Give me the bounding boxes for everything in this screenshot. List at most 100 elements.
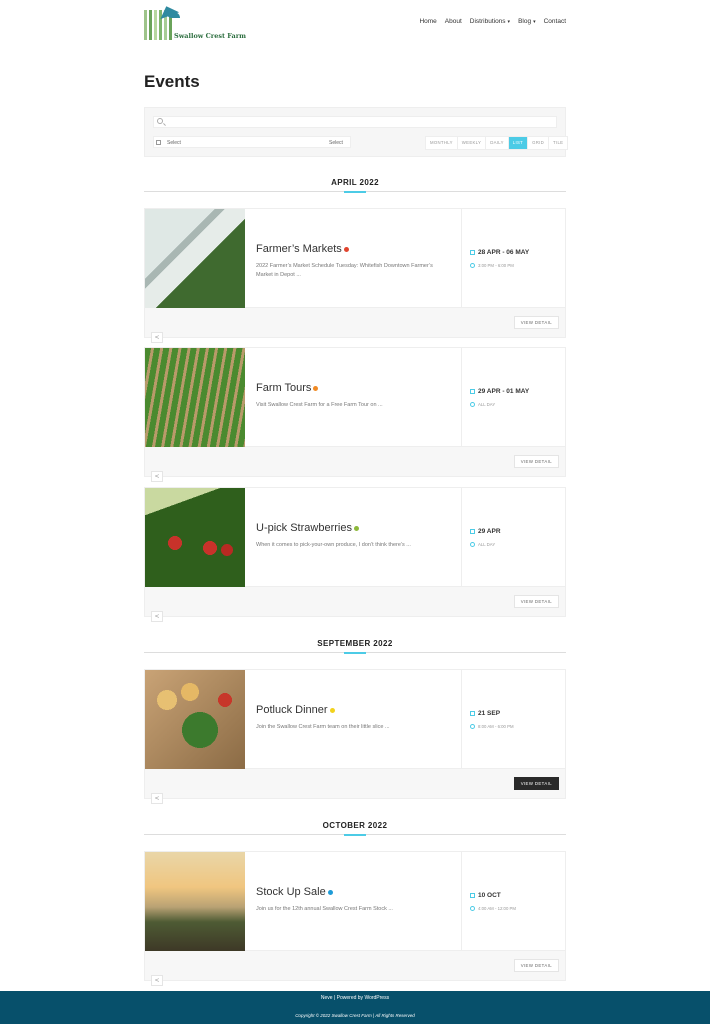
event-time: 8:00 AM - 6:00 PM [470,724,514,730]
page-title: Events [144,72,200,91]
share-icon[interactable]: < [151,611,163,622]
calendar-icon [470,249,475,255]
event-date-text: 29 APR [478,528,501,535]
select-value: Select [329,140,343,146]
event-date-text: 21 SEP [478,710,501,717]
event-title-text: Stock Up Sale [256,886,326,898]
nav-contact[interactable]: Contact [544,18,566,25]
event-title[interactable]: U-pick Strawberries [256,522,359,534]
clock-icon [470,263,475,269]
event-title[interactable]: Farmer’s Markets [256,243,349,255]
event-card-footer: VIEW DETAIL < [144,447,566,482]
event-description: When it comes to pick-your-own produce, … [256,542,411,548]
chevron-down-icon: ▾ [533,19,536,25]
event-card-body: Farmer’s Markets 2022 Farmer’s Market Sc… [144,208,567,309]
event-date: 28 APR - 06 MAY [470,249,529,256]
event-image[interactable] [145,209,245,309]
view-detail-button[interactable]: VIEW DETAIL [513,777,559,790]
event-card-footer: VIEW DETAIL < [144,769,566,804]
event-time-text: 3:00 PM - 6:00 PM [478,263,514,268]
nav-home[interactable]: Home [419,18,436,25]
view-detail-button[interactable]: VIEW DETAIL [513,959,559,972]
event-card: Farmer’s Markets 2022 Farmer’s Market Sc… [144,208,567,343]
event-date: 29 APR - 01 MAY [470,388,529,395]
nav-about[interactable]: About [445,18,462,25]
nav-blog-label: Blog [518,18,532,25]
calendar-icon [470,528,475,534]
event-card-footer: VIEW DETAIL < [144,951,566,986]
share-icon[interactable]: < [151,332,163,343]
site-header: Swallow Crest Farm Home About Distributi… [0,0,710,48]
swallow-wing-icon [166,12,180,18]
view-daily[interactable]: DAILY [486,137,509,149]
month-label: APRIL 2022 [331,178,379,187]
view-tile[interactable]: TILE [549,137,567,149]
calendar-icon [470,388,475,394]
event-title-text: Potluck Dinner [256,704,328,716]
event-date: 29 APR [470,528,501,535]
site-logo[interactable]: Swallow Crest Farm [144,2,246,42]
share-icon[interactable]: < [151,975,163,986]
event-meta: 29 APR ALL DAY [461,488,567,588]
event-image[interactable] [145,852,245,952]
main-nav: Home About Distributions ▾ Blog ▾ Contact [419,18,566,25]
event-card: Farm Tours Visit Swallow Crest Farm for … [144,347,566,482]
footer-credits[interactable]: Neve | Powered by WordPress [0,995,710,1001]
share-icon[interactable]: < [151,793,163,804]
event-date: 21 SEP [470,710,500,717]
chevron-down-icon: ▾ [507,19,511,25]
event-date-text: 10 OCT [478,892,501,899]
event-meta: 21 SEP 8:00 AM - 6:00 PM [461,670,567,770]
view-grid[interactable]: GRID [528,137,550,149]
event-color-dot [327,889,333,895]
event-card-footer: VIEW DETAIL < [144,587,566,622]
event-color-dot [313,385,319,391]
event-title-text: Farmer’s Markets [256,243,342,255]
month-accent-bar [344,652,366,654]
select-label: Select [167,140,181,146]
clock-icon [470,542,475,548]
month-heading: SEPTEMBER 2022 [144,639,566,654]
event-time-text: ALL DAY [478,402,496,407]
clock-icon [470,402,475,408]
logo-text: Swallow Crest Farm [174,32,247,40]
event-title-text: U-pick Strawberries [256,522,352,534]
event-time: 4:00 AM - 12:00 PM [470,906,516,912]
event-image[interactable] [145,488,245,588]
event-time-text: 8:00 AM - 6:00 PM [478,724,514,729]
event-filter-bar: Select Select MONTHLY WEEKLY DAILY LIST … [144,107,569,157]
search-icon [157,118,163,124]
calendar-icon [470,710,475,716]
event-time: 3:00 PM - 6:00 PM [470,263,514,269]
clock-icon [470,906,475,912]
view-detail-button[interactable]: VIEW DETAIL [513,595,559,608]
event-title-text: Farm Tours [256,382,312,394]
event-card: Stock Up Sale Join us for the 12th annua… [144,851,567,986]
event-image[interactable] [145,670,245,770]
event-time-text: 4:00 AM - 12:00 PM [478,906,516,911]
view-monthly[interactable]: MONTHLY [426,137,458,149]
event-title[interactable]: Farm Tours [256,382,319,394]
month-label: SEPTEMBER 2022 [317,639,393,648]
share-icon[interactable]: < [151,471,163,482]
event-card: U-pick Strawberries When it comes to pic… [144,487,567,622]
clock-icon [470,724,475,730]
search-input[interactable] [153,116,557,128]
view-detail-button[interactable]: VIEW DETAIL [513,316,559,329]
event-title[interactable]: Potluck Dinner [256,704,335,716]
event-image[interactable] [145,348,245,448]
view-detail-button[interactable]: VIEW DETAIL [513,455,559,468]
view-list[interactable]: LIST [508,137,529,149]
event-card-footer: VIEW DETAIL < [144,308,566,343]
nav-distributions[interactable]: Distributions ▾ [470,18,510,25]
event-meta: 10 OCT 4:00 AM - 12:00 PM [461,852,567,952]
event-card-body: Potluck Dinner Join the Swallow Crest Fa… [144,669,567,770]
event-color-dot [343,246,349,252]
calendar-icon [156,140,161,145]
event-title[interactable]: Stock Up Sale [256,886,333,898]
month-accent-bar [344,834,366,836]
nav-blog[interactable]: Blog ▾ [518,18,536,25]
view-weekly[interactable]: WEEKLY [458,137,487,149]
event-meta: 28 APR - 06 MAY 3:00 PM - 6:00 PM [461,209,567,309]
category-select[interactable]: Select Select [153,136,351,148]
